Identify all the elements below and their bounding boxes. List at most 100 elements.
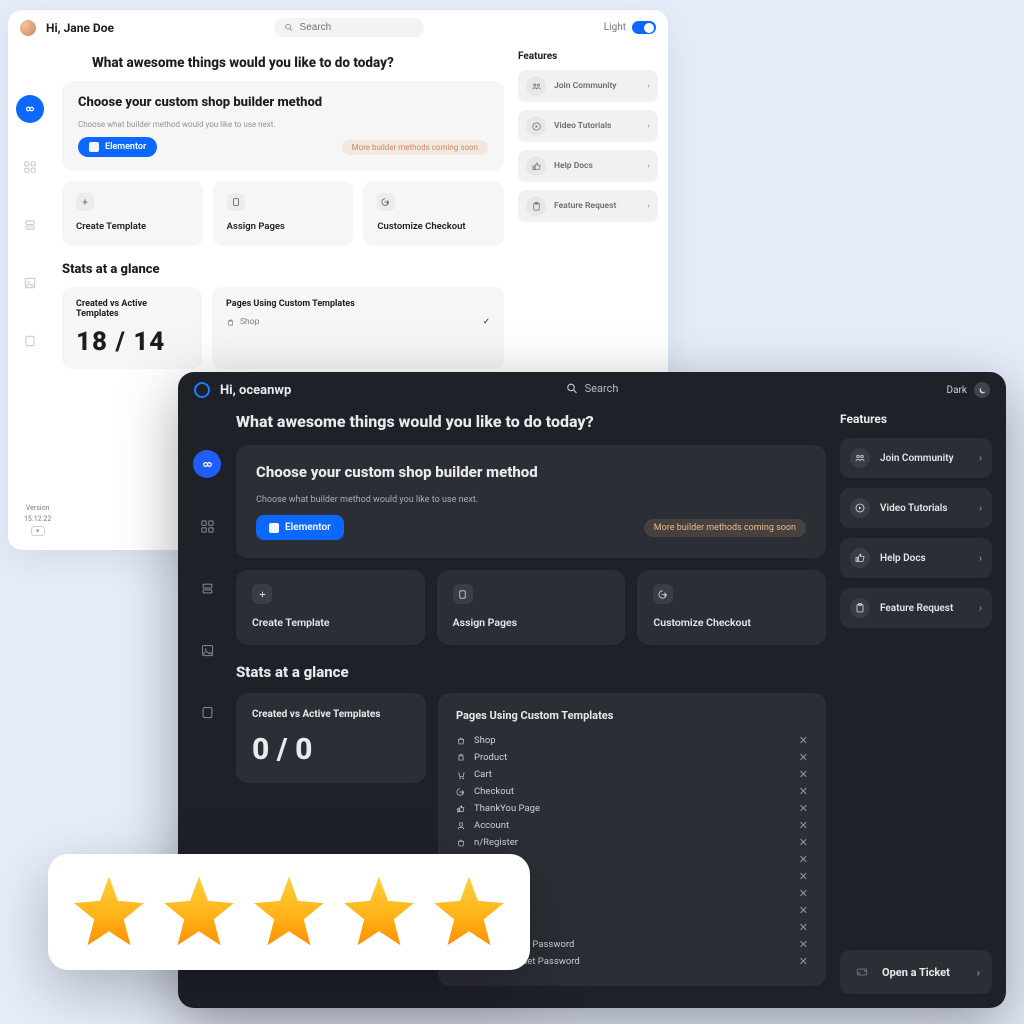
open-ticket-button[interactable]: Open a Ticket› (840, 950, 992, 994)
stat-templates-value: 18 / 14 (76, 327, 188, 357)
search-box[interactable]: Search (566, 382, 619, 395)
chevron-right-icon: › (647, 81, 650, 91)
plus-icon (252, 584, 272, 604)
shop-row: Shop ✓ (226, 317, 490, 327)
tile-customize-checkout[interactable]: Customize Checkout (363, 181, 504, 246)
feature-video-tutorials[interactable]: Video Tutorials› (518, 110, 658, 142)
search-icon (566, 382, 579, 395)
page-row: Account✕ (456, 817, 808, 834)
builder-subtitle: Choose what builder method would you lik… (78, 120, 488, 129)
layers-icon (23, 218, 37, 232)
exit-icon (377, 193, 395, 211)
avatar[interactable] (20, 20, 36, 36)
stat-templates: Created vs Active Templates 18 / 14 (62, 287, 202, 369)
page-row: n/Register✕ (456, 834, 808, 851)
tile-assign-pages[interactable]: Assign Pages (437, 570, 626, 645)
builder-title: Choose your custom shop builder method (256, 463, 806, 481)
close-icon[interactable]: ✕ (799, 853, 808, 866)
close-icon[interactable]: ✕ (799, 751, 808, 764)
greeting: Hi, Jane Doe (46, 21, 114, 35)
close-icon[interactable]: ✕ (799, 734, 808, 747)
builder-card: Choose your custom shop builder method C… (62, 81, 504, 171)
feature-join-community[interactable]: Join Community› (518, 70, 658, 102)
close-icon[interactable]: ✕ (799, 955, 808, 968)
sidebar-item-home[interactable] (16, 95, 44, 123)
elementor-button[interactable]: Elementor (256, 515, 344, 540)
close-icon[interactable]: ✕ (799, 802, 808, 815)
clipboard-icon (526, 196, 546, 216)
stat-pages: Pages Using Custom Templates Shop ✓ (212, 287, 504, 369)
tile-customize-checkout[interactable]: Customize Checkout (637, 570, 826, 645)
row-icon (456, 736, 466, 746)
feature-video-tutorials[interactable]: Video Tutorials› (840, 488, 992, 528)
sidebar-item-image[interactable] (16, 269, 44, 297)
close-icon[interactable]: ✕ (799, 836, 808, 849)
elementor-icon (269, 523, 279, 533)
tiles: Create Template Assign Pages Customize C… (236, 570, 826, 645)
infinity-icon (200, 457, 215, 472)
sidebar-item-home[interactable] (193, 450, 221, 478)
search-icon (284, 22, 294, 33)
theme-mode: Light (604, 21, 656, 34)
ticket-icon (852, 962, 872, 982)
rating-stars-card (48, 854, 530, 970)
theme-toggle[interactable] (632, 21, 656, 34)
row-icon (456, 804, 466, 814)
thumb-icon (850, 548, 870, 568)
tile-create-template[interactable]: Create Template (236, 570, 425, 645)
play-icon (526, 116, 546, 136)
page-icon (453, 584, 473, 604)
sidebar-item-layers[interactable] (16, 211, 44, 239)
sidebar-item-grid[interactable] (16, 153, 44, 181)
close-icon[interactable]: ✕ (799, 819, 808, 832)
close-icon[interactable]: ✕ (799, 904, 808, 917)
coming-soon-pill: More builder methods coming soon (342, 140, 488, 155)
sidebar-item-tablet[interactable] (16, 327, 44, 355)
tile-create-template[interactable]: Create Template (62, 181, 203, 246)
feature-request[interactable]: Feature Request› (518, 190, 658, 222)
sidebar-item-layers[interactable] (193, 574, 221, 602)
chevron-right-icon: › (979, 553, 982, 564)
community-icon (850, 448, 870, 468)
search-box[interactable] (274, 18, 424, 37)
row-icon (456, 787, 466, 797)
close-icon[interactable]: ✕ (799, 921, 808, 934)
coming-soon-pill: More builder methods coming soon (644, 519, 806, 537)
sidebar-item-tablet[interactable] (193, 698, 221, 726)
tiles: Create Template Assign Pages Customize C… (62, 181, 504, 246)
feature-request[interactable]: Feature Request› (840, 588, 992, 628)
feature-help-docs[interactable]: Help Docs› (518, 150, 658, 182)
logo-icon (194, 382, 210, 398)
elementor-icon (89, 142, 99, 152)
star-icon (342, 875, 416, 949)
page-row: Cart✕ (456, 766, 808, 783)
page-row: Product✕ (456, 749, 808, 766)
close-icon[interactable]: ✕ (799, 768, 808, 781)
row-icon (456, 753, 466, 763)
tile-assign-pages[interactable]: Assign Pages (213, 181, 354, 246)
search-input[interactable] (300, 22, 414, 33)
star-icon (252, 875, 326, 949)
close-icon[interactable]: ✕ (799, 938, 808, 951)
page-row: Shop✕ (456, 732, 808, 749)
close-icon[interactable]: ✕ (799, 870, 808, 883)
device-icon (23, 334, 37, 348)
builder-subtitle: Choose what builder method would you lik… (256, 495, 806, 505)
star-icon (432, 875, 506, 949)
feature-help-docs[interactable]: Help Docs› (840, 538, 992, 578)
page-row: ThankYou Page✕ (456, 800, 808, 817)
theme-mode: Dark (947, 382, 990, 398)
sidebar-item-grid[interactable] (193, 512, 221, 540)
theme-toggle[interactable] (974, 382, 990, 398)
feature-join-community[interactable]: Join Community› (840, 438, 992, 478)
exit-icon (653, 584, 673, 604)
chevron-right-icon: › (647, 121, 650, 131)
top-bar: Hi, Jane Doe Light (8, 10, 668, 45)
sidebar-item-image[interactable] (193, 636, 221, 664)
layers-icon (200, 581, 215, 596)
close-icon[interactable]: ✕ (799, 887, 808, 900)
row-icon (456, 821, 466, 831)
elementor-button[interactable]: Elementor (78, 137, 157, 157)
close-icon[interactable]: ✕ (799, 785, 808, 798)
version-dropdown[interactable]: ▾ (31, 526, 45, 536)
